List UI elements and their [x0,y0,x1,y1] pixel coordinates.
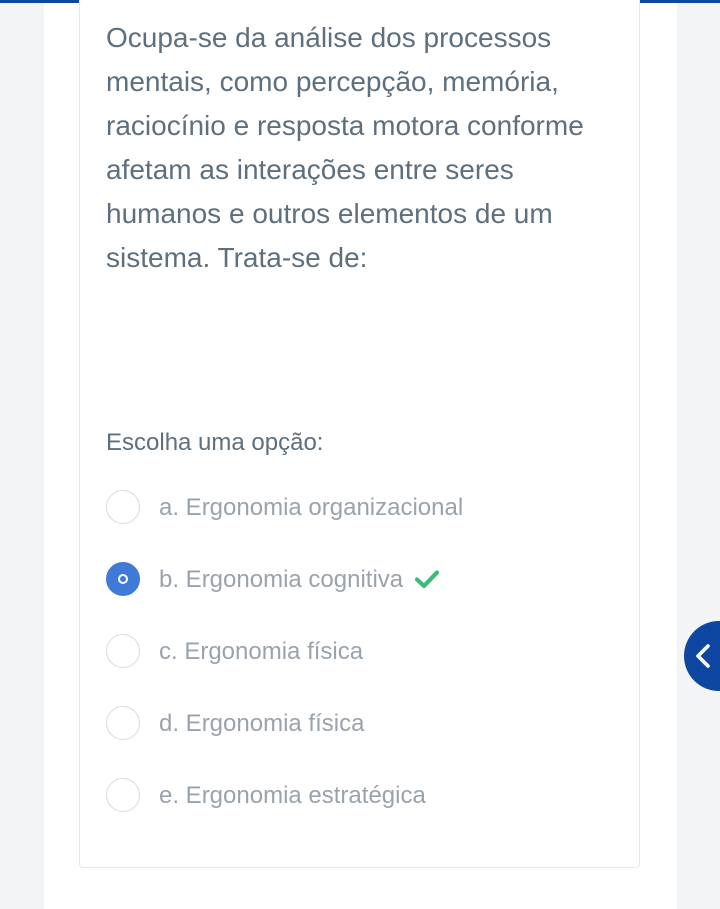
drawer-toggle-button[interactable] [684,621,720,691]
option-b-label[interactable]: b. Ergonomia cognitiva [159,562,440,600]
option-a-radio[interactable] [106,490,140,524]
option-e[interactable]: e. Ergonomia estratégica [106,778,626,850]
option-c-label[interactable]: c. Ergonomia física [159,634,363,670]
check-icon [415,564,440,600]
option-b[interactable]: b. Ergonomia cognitiva [106,562,626,634]
option-d-label[interactable]: d. Ergonomia física [159,706,364,742]
option-c[interactable]: c. Ergonomia física [106,634,626,706]
option-d[interactable]: d. Ergonomia física [106,706,626,778]
option-e-radio[interactable] [106,778,140,812]
choose-option-prompt: Escolha uma opção: [106,429,324,456]
answer-options: a. Ergonomia organizacional b. Ergonomia… [106,490,626,850]
option-d-radio[interactable] [106,706,140,740]
option-b-text[interactable]: b. Ergonomia cognitiva [159,566,403,593]
option-c-radio[interactable] [106,634,140,668]
option-b-radio[interactable] [106,562,140,596]
chevron-left-icon [696,644,710,668]
option-a-label[interactable]: a. Ergonomia organizacional [159,490,463,526]
option-e-label[interactable]: e. Ergonomia estratégica [159,778,426,814]
question-text: Ocupa-se da análise dos processos mentai… [106,22,584,273]
option-a[interactable]: a. Ergonomia organizacional [106,490,626,562]
